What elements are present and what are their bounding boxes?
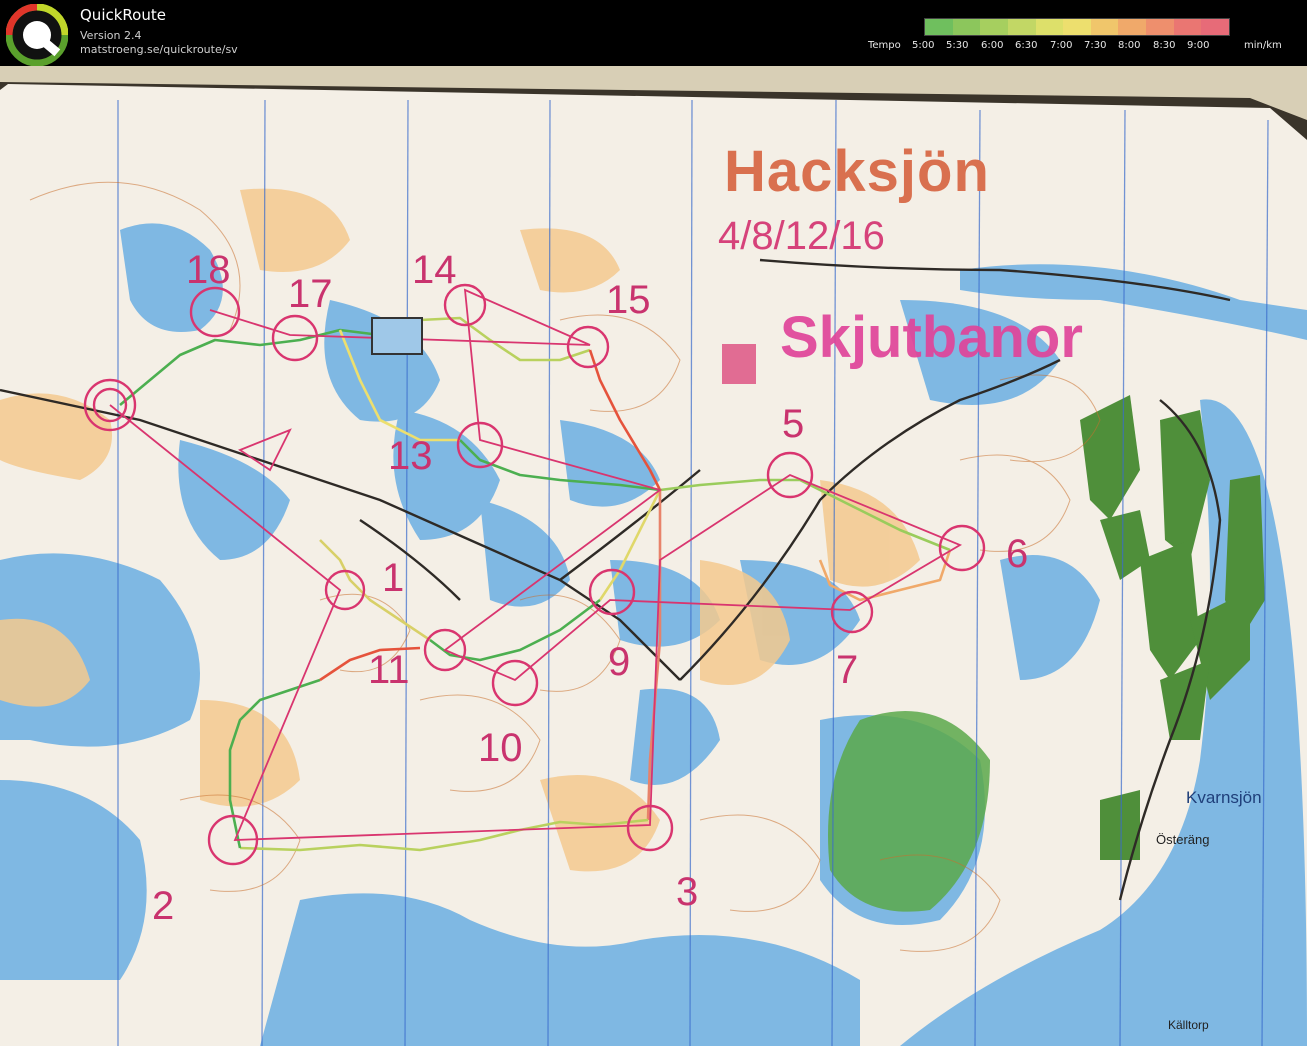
control-number: 2: [152, 884, 175, 928]
control-number: 1: [382, 556, 405, 600]
place-name: Källtorp: [1168, 1018, 1209, 1032]
control-number: 13: [388, 434, 433, 478]
place-name: Kvarnsjön: [1186, 788, 1262, 807]
tempo-tick: 8:30: [1153, 40, 1176, 51]
tempo-tick: 5:00: [912, 40, 935, 51]
tempo-tick: 6:30: [1015, 40, 1038, 51]
control-number: 14: [412, 248, 457, 292]
app-url: matstroeng.se/quickroute/sv: [80, 43, 238, 56]
tempo-tick: 6:00: [981, 40, 1004, 51]
app-name: QuickRoute: [80, 6, 166, 24]
tempo-color-swatch: [952, 19, 981, 35]
tempo-color-swatch: [925, 19, 953, 35]
tempo-unit: min/km: [1244, 40, 1282, 51]
app-version: Version 2.4: [80, 29, 142, 42]
tempo-tick: 8:00: [1118, 40, 1141, 51]
tempo-tick: 7:30: [1084, 40, 1107, 51]
tempo-tick: 9:00: [1187, 40, 1210, 51]
tempo-color-swatch: [1118, 19, 1147, 35]
control-number: 7: [836, 648, 859, 692]
map-drawing: [0, 66, 1307, 1046]
tempo-tick: 7:00: [1050, 40, 1073, 51]
map-course-numbers: 4/8/12/16: [718, 214, 885, 258]
tempo-color-swatch: [980, 19, 1008, 35]
control-number: 9: [608, 640, 631, 684]
control-number: 17: [288, 272, 333, 316]
control-number: 3: [676, 870, 699, 914]
quickroute-window: QuickRoute Version 2.4 matstroeng.se/qui…: [0, 0, 1307, 1046]
map-title: Hacksjön: [724, 139, 990, 204]
tempo-color-legend: [924, 18, 1230, 36]
tempo-color-swatch: [1173, 19, 1202, 35]
tempo-tick: 5:30: [946, 40, 969, 51]
control-number: 15: [606, 278, 651, 322]
control-number: 10: [478, 726, 523, 770]
tempo-label: Tempo: [868, 40, 901, 51]
quickroute-logo-icon: [6, 4, 68, 66]
tempo-color-swatch: [1146, 19, 1174, 35]
orienteering-map[interactable]: Hacksjön 4/8/12/16 Skjutbanor 1 2 3 5 6 …: [0, 66, 1307, 1046]
tempo-color-swatch: [1201, 19, 1230, 35]
place-name: Österäng: [1156, 832, 1210, 847]
tempo-color-swatch: [1035, 19, 1064, 35]
control-number: 11: [368, 648, 410, 692]
map-area-label: Skjutbanor: [780, 305, 1083, 370]
tempo-color-swatch: [1063, 19, 1091, 35]
tempo-color-swatch: [1090, 19, 1119, 35]
control-number: 6: [1006, 532, 1029, 576]
control-number: 18: [186, 248, 231, 292]
control-number: 5: [782, 402, 805, 446]
header-bar: QuickRoute Version 2.4 matstroeng.se/qui…: [0, 0, 1307, 66]
tempo-color-swatch: [1007, 19, 1036, 35]
